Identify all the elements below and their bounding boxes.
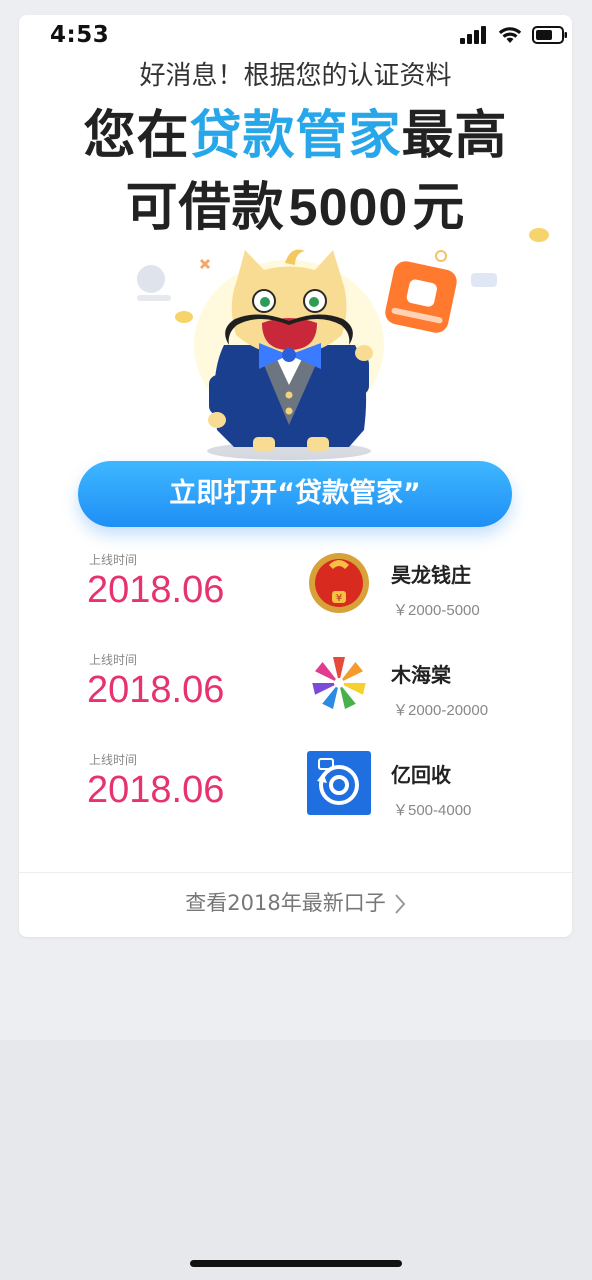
view-latest-link[interactable]: 查看2018年最新口子 (19, 873, 572, 933)
lender-name: 木海棠 (391, 663, 451, 687)
home-indicator (190, 1260, 402, 1267)
list-item[interactable]: 上线时间 2018.06 木海棠 ￥2000-20000 (19, 651, 572, 751)
lender-range: ￥2000-5000 (393, 602, 480, 619)
headline-app-name: 贷款管家 (189, 106, 402, 166)
app-card-icon (385, 261, 457, 333)
yihuishou-logo-icon (307, 751, 371, 815)
lender-name: 昊龙钱庄 (391, 563, 471, 587)
online-date: 2018.06 (87, 669, 225, 711)
status-bar: 4:53 (0, 0, 592, 64)
coin-icon (175, 311, 193, 323)
chevron-right-icon (394, 894, 406, 914)
haolong-logo-icon: ¥ (309, 553, 369, 613)
lender-range: ￥2000-20000 (393, 702, 489, 719)
svg-text:¥: ¥ (336, 593, 342, 604)
promo-card: 好消息！根据您的认证资料 您在贷款管家最高 可借款5000元 立即打开“贷款管家… (19, 15, 572, 937)
view-latest-label: 查看2018年最新口子 (185, 891, 386, 915)
online-date: 2018.06 (87, 769, 225, 811)
status-icons (460, 26, 568, 44)
status-time: 4:53 (50, 22, 110, 48)
online-time-label: 上线时间 (89, 553, 138, 567)
page-background-lower (0, 1040, 592, 1280)
list-item[interactable]: 上线时间 2018.06 ¥ 昊龙钱庄 ￥2000-5000 (19, 551, 572, 651)
headline-line-1-suffix: 最高 (401, 106, 508, 166)
lender-name: 亿回收 (391, 763, 451, 787)
coin-icon (529, 228, 549, 242)
headline-line-1: 您在贷款管家最高 (19, 93, 572, 168)
online-time-label: 上线时间 (89, 653, 138, 667)
signal-icon (460, 26, 486, 44)
wifi-icon (498, 27, 522, 43)
mascot-illustration (137, 228, 549, 460)
open-app-button[interactable]: 立即打开“贷款管家” (78, 461, 512, 527)
lender-range: ￥500-4000 (393, 802, 472, 819)
online-time-label: 上线时间 (89, 753, 138, 767)
muhaitang-logo-icon (312, 657, 366, 709)
online-date: 2018.06 (87, 569, 225, 611)
headline-line-1-prefix: 您在 (83, 106, 190, 166)
list-item[interactable]: 上线时间 2018.06 亿回收 ￥500-4000 (19, 751, 572, 851)
faded-logo-left (137, 265, 171, 301)
battery-icon (532, 26, 567, 44)
faded-logo-right (471, 273, 497, 287)
